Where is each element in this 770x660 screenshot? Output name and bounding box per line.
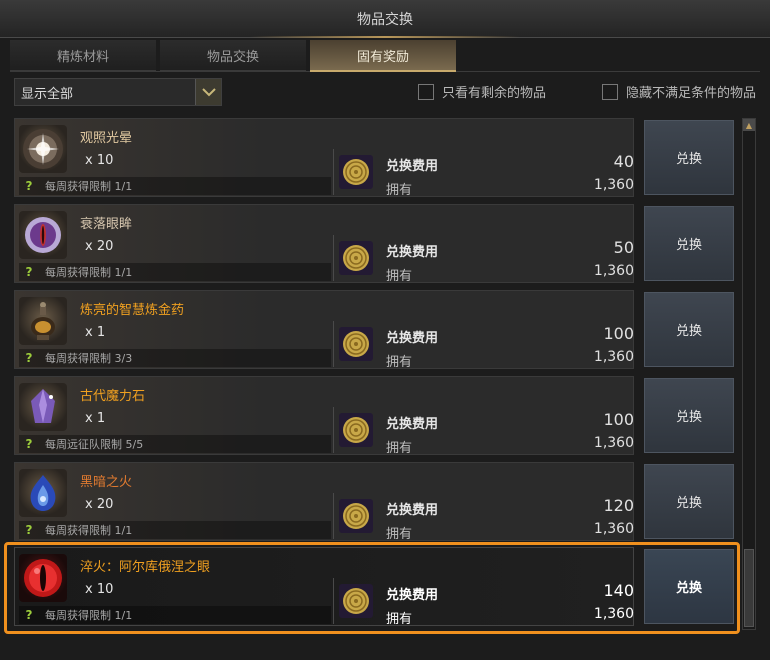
only-remaining-label: 只看有剩余的物品 xyxy=(442,86,547,101)
row-background: 衰落眼眸 x 20 ? 每周获得限制 1/1 兑换费用 拥有 xyxy=(14,204,634,284)
tab-inherent-rewards[interactable]: 固有奖励 xyxy=(310,40,456,72)
checkbox-box[interactable] xyxy=(602,83,618,100)
item-quantity: x 10 xyxy=(85,153,114,168)
filter-select[interactable]: 显示全部 xyxy=(14,78,222,106)
limit-text: 每周获得限制 3/3 xyxy=(45,352,133,365)
tab-item-exchange[interactable]: 物品交换 xyxy=(160,40,306,72)
help-icon[interactable]: ? xyxy=(21,264,37,280)
halo-orb-icon xyxy=(19,125,67,173)
title-decoration xyxy=(250,36,520,38)
limit-bar: ? 每周远征队限制 5/5 xyxy=(19,435,331,453)
item-name: 观照光晕 xyxy=(80,131,133,146)
limit-text: 每周获得限制 1/1 xyxy=(45,266,133,279)
cost-label: 兑换费用 xyxy=(386,417,439,432)
exchange-button[interactable]: 兑换 xyxy=(644,120,734,195)
divider xyxy=(333,407,334,453)
window-title: 物品交换 xyxy=(357,11,413,28)
help-icon[interactable]: ? xyxy=(21,522,37,538)
limit-bar: ? 每周获得限制 1/1 xyxy=(19,263,331,281)
selection-outline xyxy=(4,542,740,634)
list-item: 炼亮的智慧炼金药 x 1 ? 每周获得限制 3/3 兑换费用 拥有 100 1,… xyxy=(14,290,736,370)
row-background: 黑暗之火 x 20 ? 每周获得限制 1/1 兑换费用 拥有 xyxy=(14,462,634,542)
list-item: 黑暗之火 x 20 ? 每周获得限制 1/1 兑换费用 拥有 120 1,360… xyxy=(14,462,736,542)
cost-value: 100 xyxy=(603,324,634,343)
owned-label: 拥有 xyxy=(386,441,413,456)
currency-coin-icon xyxy=(339,499,373,533)
item-name: 衰落眼眸 xyxy=(80,217,133,232)
row-background: 炼亮的智慧炼金药 x 1 ? 每周获得限制 3/3 兑换费用 拥有 xyxy=(14,290,634,370)
filter-bar: 显示全部 只看有剩余的物品 隐藏不满足条件的物品 xyxy=(10,76,760,108)
currency-coin-icon xyxy=(339,155,373,189)
owned-value: 1,360 xyxy=(593,263,634,279)
limit-text: 每周获得限制 1/1 xyxy=(45,524,133,537)
owned-value: 1,360 xyxy=(593,177,634,193)
owned-label: 拥有 xyxy=(386,269,413,284)
checkbox-box[interactable] xyxy=(418,83,434,100)
currency-coin-icon xyxy=(339,327,373,361)
currency-coin-icon xyxy=(339,241,373,275)
owned-label: 拥有 xyxy=(386,527,413,542)
cost-label: 兑换费用 xyxy=(386,245,439,260)
limit-text: 每周远征队限制 5/5 xyxy=(45,438,144,451)
item-quantity: x 1 xyxy=(85,411,106,426)
hide-unqualified-label: 隐藏不满足条件的物品 xyxy=(626,86,757,101)
item-name: 古代魔力石 xyxy=(80,389,146,404)
limit-text: 每周获得限制 1/1 xyxy=(45,180,133,193)
limit-bar: ? 每周获得限制 3/3 xyxy=(19,349,331,367)
row-background: 古代魔力石 x 1 ? 每周远征队限制 5/5 兑换费用 拥有 xyxy=(14,376,634,456)
item-quantity: x 20 xyxy=(85,239,114,254)
help-icon[interactable]: ? xyxy=(21,350,37,366)
exchange-window: 物品交换 精炼材料 物品交换 固有奖励 显示全部 只看有剩余的物品 隐藏不满足条… xyxy=(0,0,770,660)
item-quantity: x 20 xyxy=(85,497,114,512)
filter-select-value: 显示全部 xyxy=(21,86,74,102)
list-item: 古代魔力石 x 1 ? 每周远征队限制 5/5 兑换费用 拥有 100 1,36… xyxy=(14,376,736,456)
owned-label: 拥有 xyxy=(386,355,413,370)
owned-label: 拥有 xyxy=(386,183,413,198)
exchange-button[interactable]: 兑换 xyxy=(644,464,734,539)
tab-refine-materials[interactable]: 精炼材料 xyxy=(10,40,156,72)
dark-flame-icon xyxy=(19,469,67,517)
list-item: 观照光晕 x 10 ? 每周获得限制 1/1 兑换费用 拥有 40 1,360 … xyxy=(14,118,736,198)
cost-value: 40 xyxy=(613,152,634,171)
row-background: 观照光晕 x 10 ? 每周获得限制 1/1 兑换费用 拥有 xyxy=(14,118,634,198)
cost-label: 兑换费用 xyxy=(386,503,439,518)
tab-bar: 精炼材料 物品交换 固有奖励 xyxy=(10,40,760,72)
magic-crystal-icon xyxy=(19,383,67,431)
scrollbar[interactable]: ▲ xyxy=(742,118,756,630)
divider xyxy=(333,235,334,281)
chevron-down-icon[interactable] xyxy=(195,79,221,105)
cost-value: 120 xyxy=(603,496,634,515)
owned-value: 1,360 xyxy=(593,349,634,365)
help-icon[interactable]: ? xyxy=(21,436,37,452)
item-name: 炼亮的智慧炼金药 xyxy=(80,303,185,318)
item-quantity: x 1 xyxy=(85,325,106,340)
purple-eye-icon xyxy=(19,211,67,259)
cost-value: 100 xyxy=(603,410,634,429)
title-bar: 物品交换 xyxy=(0,0,770,38)
cost-label: 兑换费用 xyxy=(386,159,439,174)
item-name: 黑暗之火 xyxy=(80,475,133,490)
exchange-button[interactable]: 兑换 xyxy=(644,206,734,281)
elixir-bottle-icon xyxy=(19,297,67,345)
owned-value: 1,360 xyxy=(593,435,634,451)
limit-bar: ? 每周获得限制 1/1 xyxy=(19,521,331,539)
exchange-button[interactable]: 兑换 xyxy=(644,378,734,453)
limit-bar: ? 每周获得限制 1/1 xyxy=(19,177,331,195)
only-remaining-checkbox[interactable]: 只看有剩余的物品 xyxy=(418,82,546,101)
currency-coin-icon xyxy=(339,413,373,447)
owned-value: 1,360 xyxy=(593,521,634,537)
hide-unqualified-checkbox[interactable]: 隐藏不满足条件的物品 xyxy=(602,82,756,101)
divider xyxy=(333,149,334,195)
cost-value: 50 xyxy=(613,238,634,257)
divider xyxy=(333,493,334,539)
list-item: 衰落眼眸 x 20 ? 每周获得限制 1/1 兑换费用 拥有 50 1,360 … xyxy=(14,204,736,284)
scroll-thumb[interactable] xyxy=(744,549,754,627)
divider xyxy=(333,321,334,367)
cost-label: 兑换费用 xyxy=(386,331,439,346)
scroll-up-icon[interactable]: ▲ xyxy=(743,119,755,131)
help-icon[interactable]: ? xyxy=(21,178,37,194)
exchange-button[interactable]: 兑换 xyxy=(644,292,734,367)
